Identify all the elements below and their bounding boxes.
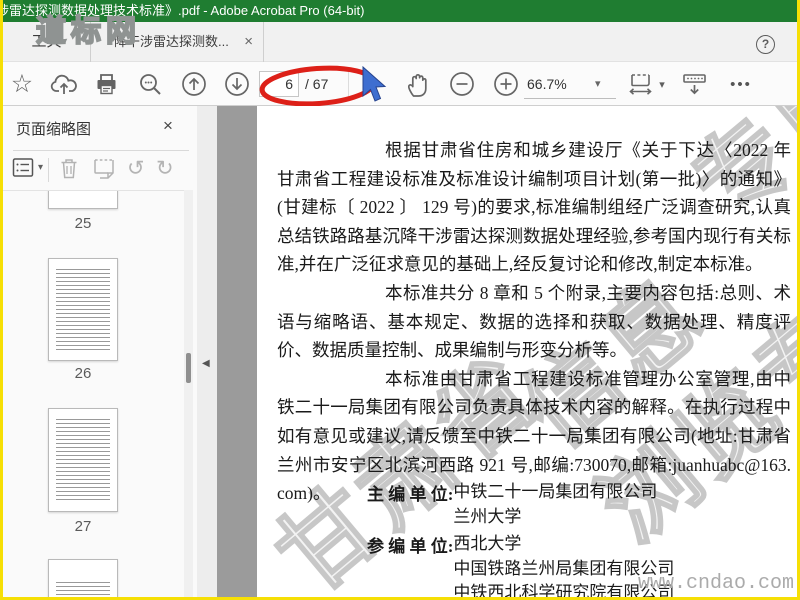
credit-org: 兰州大学 [453,506,522,526]
collapse-panel-icon[interactable]: ◀ [202,358,210,369]
chevron-down-icon: ▾ [659,78,665,91]
share-upload-button[interactable] [49,62,79,106]
thumbnail-content [56,582,110,597]
help-icon[interactable]: ? [756,35,775,54]
fit-width-button[interactable] [625,62,655,106]
delete-page-button[interactable] [58,156,80,181]
thumbnail-page-25[interactable] [48,191,118,209]
zoom-input-underline [524,98,616,99]
chief-editor-row: 主 编 单 位: 中铁二十一局集团有限公司 兰州大学 [367,480,674,529]
thumbnail-label: 26 [74,365,92,382]
close-icon[interactable]: × [163,116,173,136]
credit-label: 主 编 单 位: [367,485,454,504]
acrobat-window: 涉雷达探测数据处理技术标准》.pdf - Adobe Acrobat Pro (… [3,0,797,597]
tab-tools[interactable]: 工具 [3,22,91,62]
fit-width-icon [628,74,652,95]
paragraph: 根据甘肃省住房和城乡建设厅《关于下达〈2022 年甘肃省工程建设标准及标准设计编… [277,140,791,275]
scrollbar-thumb[interactable] [186,353,191,383]
thumbnail-page-26[interactable] [48,258,118,361]
rotate-ccw-icon: ↺ [127,157,145,180]
close-icon[interactable]: × [244,22,253,62]
hand-icon [407,73,427,97]
arrow-down-circle-icon [225,72,249,96]
panel-collapse-gutter[interactable]: ◀ [197,106,217,597]
credit-org: 中铁二十一局集团有限公司 [453,482,658,501]
main-toolbar: ☆ 6 / 67 66.7% ▾ ▾ ••• [3,62,797,107]
trash-icon [61,159,77,179]
thumbnail-page-28[interactable] [48,559,118,597]
chevron-down-icon[interactable]: ▾ [595,71,601,97]
options-list-icon [12,158,34,177]
app-body: 页面缩略图 × ▾ ↺ ↻ 25 26 27 ◀ 甘肃省 信息 浏览专用 专用 … [3,106,797,597]
tab-document-label: 降干涉雷达探测数... [114,34,229,49]
window-title: 涉雷达探测数据处理技术标准》.pdf - Adobe Acrobat Pro (… [3,3,365,18]
tab-document[interactable]: 降干涉雷达探测数... × [92,22,264,62]
zoom-out-button[interactable] [447,62,477,106]
ellipsis-icon: ••• [730,75,752,93]
page-number-input[interactable]: 6 [259,71,299,97]
toolbar-separator [348,71,349,97]
credit-org: 中铁西北科学研究院有限公司 [453,583,675,597]
chevron-down-icon: ▾ [38,162,44,173]
document-background: 甘肃省 信息 浏览专用 专用 根据甘肃省住房和城乡建设厅《关于下达〈2022 年… [217,106,797,597]
panel-title: 页面缩略图 [16,121,92,138]
thumbnail-list: 25 26 27 [3,190,185,597]
crop-pages-icon [94,159,114,179]
panel-divider [13,150,189,151]
minus-circle-icon [450,72,474,96]
rotate-ccw-button[interactable]: ↺ [127,156,145,181]
rotate-cw-icon: ↻ [156,157,174,180]
fit-width-menu-caret[interactable]: ▾ [655,62,669,106]
page-total-label: / 67 [305,76,329,92]
cloud-upload-icon [50,74,77,94]
arrow-up-circle-icon [182,72,206,96]
printer-icon [97,74,115,95]
thumbnail-scrollbar[interactable] [184,190,193,597]
more-tools-button[interactable]: ••• [721,62,761,106]
credit-org: 西北大学 [453,534,522,553]
paragraph: 本标准共分 8 章和 5 个附录,主要内容包括:总则、术语与缩略语、基本规定、数… [277,282,791,361]
previous-page-button[interactable] [179,62,209,106]
rotate-cw-button[interactable]: ↻ [156,156,174,181]
search-icon [139,73,161,95]
resize-pages-button[interactable] [91,156,117,181]
thumbnail-page-27[interactable] [48,408,118,512]
thumbnail-label: 27 [74,518,92,535]
pdf-page[interactable]: 甘肃省 信息 浏览专用 专用 根据甘肃省住房和城乡建设厅《关于下达〈2022 年… [257,106,797,597]
mouse-cursor [362,66,387,102]
zoom-level-value[interactable]: 66.7% [527,71,567,97]
print-button[interactable] [91,62,121,106]
thumbnail-content [56,419,110,502]
credit-org: 中国铁路兰州局集团有限公司 [453,558,675,578]
thumbnail-content [56,269,110,351]
credit-label: 参 编 单 位: [367,537,454,556]
window-titlebar[interactable]: 涉雷达探测数据处理技术标准》.pdf - Adobe Acrobat Pro (… [3,0,797,22]
next-page-button[interactable] [222,62,252,106]
plus-circle-icon [494,72,518,96]
thumbnail-options-button[interactable]: ▾ [11,156,43,179]
favorite-star-button[interactable]: ☆ [8,62,36,106]
hand-tool-button[interactable] [401,62,433,106]
hide-toolbar-icon [682,73,706,94]
page-thumbnails-panel: 页面缩略图 × ▾ ↺ ↻ 25 26 27 [3,106,197,597]
star-icon: ☆ [10,70,34,98]
hide-toolbar-button[interactable] [678,62,710,106]
panel-toolbar-separator [48,158,49,182]
participating-editor-row: 参 编 单 位: 西北大学 中国铁路兰州局集团有限公司 中铁西北科学研究院有限公… [367,532,674,597]
screenshot-root: 道标网 涉雷达探测数据处理技术标准》.pdf - Adobe Acrobat P… [0,0,800,600]
thumbnail-label: 25 [74,215,92,232]
zoom-in-button[interactable] [491,62,521,106]
document-text: 根据甘肃省住房和城乡建设厅《关于下达〈2022 年甘肃省工程建设标准及标准设计编… [277,136,791,508]
search-button[interactable] [135,62,165,106]
tab-bar: 工具 降干涉雷达探测数... × ? [3,22,797,62]
credits-block: 主 编 单 位: 中铁二十一局集团有限公司 兰州大学 参 编 单 位: 西北大学… [367,480,674,597]
